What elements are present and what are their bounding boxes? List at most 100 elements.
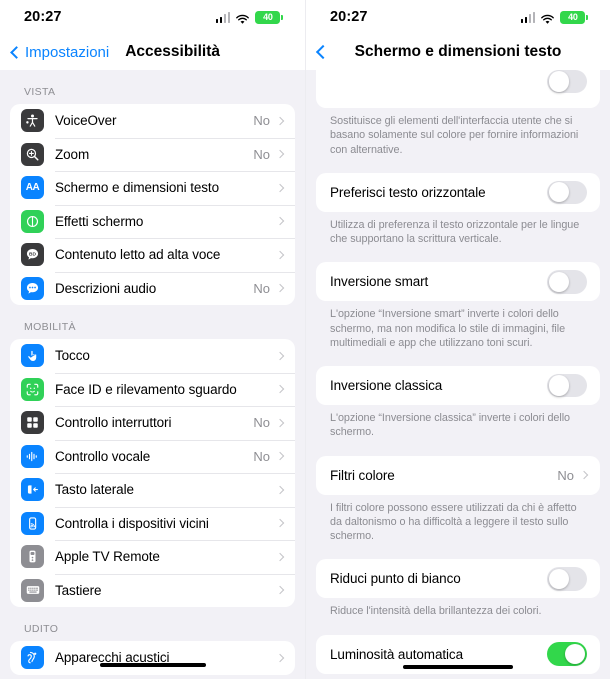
chevron-right-icon bbox=[579, 470, 589, 480]
section-header-vista: VISTA bbox=[24, 86, 56, 98]
settings-row-apparecchi-acustici[interactable]: Apparecchi acustici bbox=[10, 641, 295, 675]
settings-row-effetti-schermo[interactable]: Effetti schermo bbox=[10, 204, 295, 239]
toggle-luminosit-automatica[interactable] bbox=[547, 642, 587, 666]
apple-tv-remote-icon bbox=[21, 545, 44, 569]
footnote-inversione-classica: L'opzione “Inversione classica” inverte … bbox=[330, 412, 571, 439]
settings-row-label: Controllo vocale bbox=[55, 448, 151, 464]
battery-level-label: 40 bbox=[263, 12, 273, 22]
right-settings-list[interactable]: Sostituisce gli elementi dell'interfacci… bbox=[306, 70, 610, 679]
footnote-luminosit-automatica: La disattivazione della luminosità autom… bbox=[306, 674, 610, 679]
battery-icon: 40 bbox=[560, 10, 588, 24]
settings-row-value: No bbox=[253, 448, 270, 464]
wifi-icon bbox=[540, 12, 555, 24]
chevron-right-icon bbox=[275, 183, 285, 192]
chevron-left-icon bbox=[10, 45, 23, 59]
settings-row-voiceover[interactable]: VoiceOver No bbox=[10, 104, 295, 138]
back-button[interactable] bbox=[315, 44, 331, 60]
settings-row-label: Zoom bbox=[55, 146, 90, 162]
section-header-mobilità: MOBILITÀ bbox=[24, 321, 76, 333]
battery-level-label: 40 bbox=[568, 12, 578, 22]
settings-row-apple-tv-remote[interactable]: Apple TV Remote bbox=[10, 540, 295, 574]
settings-row-label: Inversione smart bbox=[330, 274, 429, 290]
settings-row-face-id-e-rilevamento-sguardo[interactable]: Face ID e rilevamento sguardo bbox=[10, 372, 295, 407]
settings-row-filtri-colore[interactable]: Filtri colore No bbox=[316, 455, 600, 495]
settings-group-card: Tocco Face ID e rilevamento sguardo Contro… bbox=[10, 339, 295, 607]
settings-row-value: No bbox=[253, 280, 270, 296]
settings-row-label: Inversione classica bbox=[330, 378, 443, 393]
settings-row-tastiere[interactable]: Tastiere bbox=[10, 573, 295, 608]
toggle-partial[interactable] bbox=[547, 70, 587, 94]
chevron-right-icon bbox=[275, 485, 285, 494]
settings-row-controllo-vocale[interactable]: Controllo vocale No bbox=[10, 439, 295, 474]
settings-row-value: No bbox=[557, 467, 574, 483]
chevron-right-icon bbox=[275, 217, 285, 226]
settings-row-zoom[interactable]: Zoom No bbox=[10, 137, 295, 172]
settings-row-value: No bbox=[253, 415, 270, 431]
settings-row-controlla-i-dispositivi-vicini[interactable]: Controlla i dispositivi vicini bbox=[10, 506, 295, 541]
voiceover-icon bbox=[21, 109, 44, 133]
section-header-udito: UDITO bbox=[24, 623, 59, 635]
settings-row-tocco[interactable]: Tocco bbox=[10, 339, 295, 373]
right-phone-screen: 20:27 40 Schermo e dimensioni testo Sost… bbox=[305, 0, 610, 679]
status-bar-indicators: 40 bbox=[215, 10, 283, 24]
toggle-inversione-smart[interactable] bbox=[547, 270, 587, 294]
footnote-differentiate-without-color: Sostituisce gli elementi dell'interfacci… bbox=[330, 115, 579, 156]
chevron-right-icon bbox=[275, 351, 285, 360]
touch-hand-icon bbox=[21, 344, 44, 368]
settings-row-descrizioni-audio[interactable]: Descrizioni audio No bbox=[10, 271, 295, 306]
settings-row-label: Face ID e rilevamento sguardo bbox=[55, 381, 237, 397]
left-phone-screen: 20:27 40 Impostazioni Accessibilità VIST… bbox=[0, 0, 305, 679]
settings-row-tasto-laterale[interactable]: Tasto laterale bbox=[10, 473, 295, 507]
face-id-icon bbox=[21, 377, 44, 401]
status-bar-indicators: 40 bbox=[520, 10, 588, 24]
settings-row-label: Preferisci testo orizzontale bbox=[330, 184, 486, 200]
settings-row-preferisci-testo-orizzontale[interactable]: Preferisci testo orizzontale bbox=[316, 172, 600, 212]
toggle-inversione-classica[interactable] bbox=[547, 373, 587, 398]
chevron-right-icon bbox=[275, 418, 285, 427]
settings-group-card: VoiceOver No Zoom No AA Schermo e dimensioni … bbox=[10, 104, 295, 305]
page-title-accessibility: Accessibilità bbox=[125, 43, 220, 60]
navigation-bar-left: Impostazioni Accessibilità bbox=[0, 34, 305, 70]
settings-row-inversione-smart[interactable]: Inversione smart bbox=[316, 262, 600, 302]
settings-row-label: Tasto laterale bbox=[55, 482, 134, 498]
footnote-inversione-smart: L'opzione “Inversione smart” inverte i c… bbox=[330, 308, 566, 349]
chevron-right-icon bbox=[275, 385, 285, 394]
settings-row-label: Controlla i dispositivi vicini bbox=[55, 515, 209, 531]
back-button-settings[interactable]: Impostazioni bbox=[10, 44, 109, 61]
footnote-preferisci-testo-orizzontale: Utilizza di preferenza il testo orizzont… bbox=[330, 218, 580, 245]
settings-row-label: Schermo e dimensioni testo bbox=[55, 180, 219, 196]
navigation-bar-right: Schermo e dimensioni testo bbox=[306, 34, 610, 70]
settings-row-label: Controllo interruttori bbox=[55, 415, 172, 431]
motion-effects-icon bbox=[21, 209, 44, 233]
toggle-riduci-punto-di-bianco[interactable] bbox=[547, 567, 587, 591]
settings-row-label: Riduci punto di bianco bbox=[330, 571, 461, 587]
nearby-devices-icon bbox=[21, 511, 44, 535]
chevron-right-icon bbox=[275, 552, 285, 561]
settings-row-controllo-interruttori[interactable]: Controllo interruttori No bbox=[10, 406, 295, 440]
partial-settings-card-top[interactable] bbox=[316, 70, 600, 108]
chevron-right-icon bbox=[275, 250, 285, 259]
settings-row-label: Contenuto letto ad alta voce bbox=[55, 247, 221, 263]
chevron-left-icon bbox=[315, 44, 331, 60]
chevron-right-icon bbox=[275, 452, 285, 461]
settings-row-label: Luminosità automatica bbox=[330, 646, 463, 662]
chevron-right-icon bbox=[275, 116, 285, 125]
chevron-right-icon bbox=[275, 653, 285, 662]
settings-row-schermo-e-dimensioni-testo[interactable]: AA Schermo e dimensioni testo bbox=[10, 171, 295, 205]
dual-screenshot-container: 20:27 40 Impostazioni Accessibilità VIST… bbox=[0, 0, 610, 679]
settings-row-label: Tocco bbox=[55, 348, 90, 364]
toggle-preferisci-testo-orizzontale[interactable] bbox=[547, 180, 587, 204]
footnote-riduci-punto-di-bianco: Riduce l'intensità della brillantezza de… bbox=[330, 605, 542, 618]
left-settings-list[interactable]: VISTA VoiceOver No Zoom No AA Schermo e dimens… bbox=[0, 70, 305, 679]
battery-icon: 40 bbox=[255, 10, 283, 24]
settings-row-contenuto-letto-ad-alta-voce[interactable]: BD Contenuto letto ad alta voce bbox=[10, 238, 295, 272]
settings-row-riduci-punto-di-bianco[interactable]: Riduci punto di bianco bbox=[316, 559, 600, 599]
wifi-icon bbox=[235, 12, 250, 24]
home-indicator-left bbox=[99, 662, 206, 667]
settings-row-inversione-classica[interactable]: Inversione classica bbox=[316, 366, 600, 405]
settings-row-value: No bbox=[253, 113, 270, 129]
spoken-content-icon: BD bbox=[21, 243, 44, 267]
status-bar-clock: 20:27 bbox=[330, 9, 368, 25]
chevron-right-icon bbox=[275, 519, 285, 528]
svg-text:BD: BD bbox=[29, 252, 36, 258]
